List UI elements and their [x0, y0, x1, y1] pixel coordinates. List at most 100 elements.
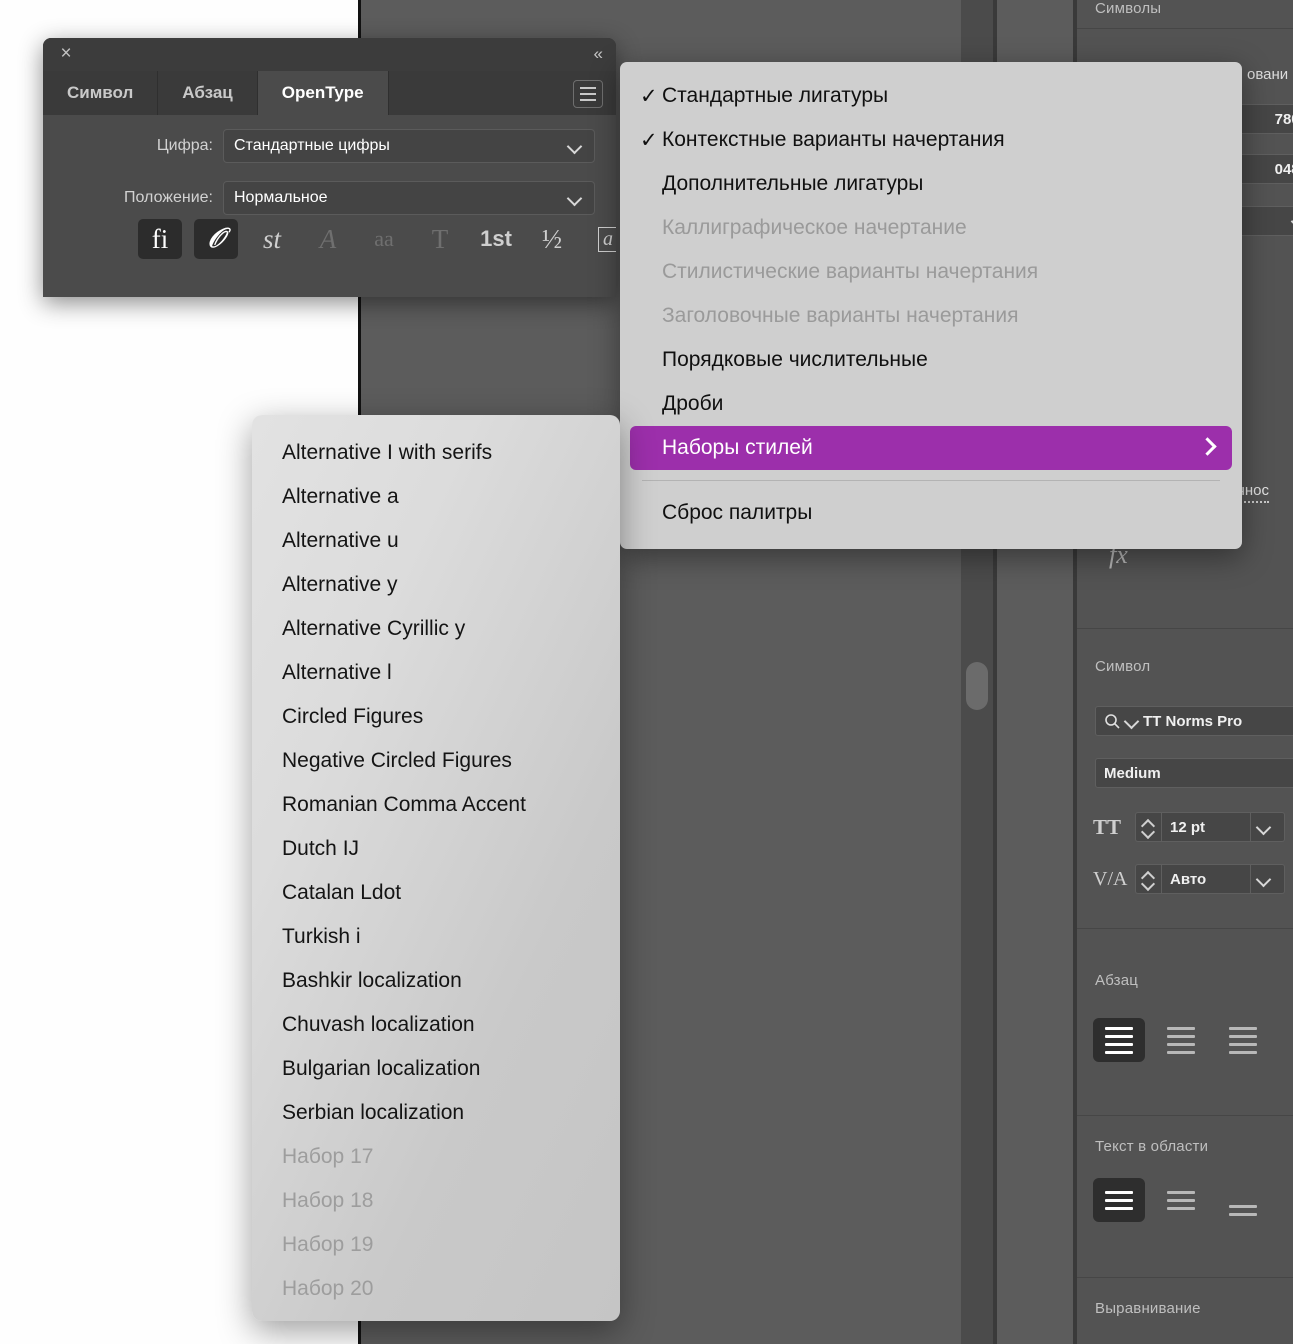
- submenu-item-label: Alternative a: [282, 485, 399, 508]
- contextual-alternates-icon[interactable]: 𝒪: [194, 219, 238, 259]
- submenu-item[interactable]: Chuvash localization: [252, 1003, 620, 1047]
- submenu-item-label: Alternative Cyrillic y: [282, 617, 466, 640]
- submenu-item-label: Turkish i: [282, 925, 361, 948]
- context-menu-item-label: Стандартные лигатуры: [662, 84, 889, 107]
- context-menu-items: ✓ Стандартные лигатуры ✓ Контекстные вариан…: [620, 74, 1242, 470]
- standard-ligatures-icon[interactable]: fi: [138, 219, 182, 259]
- submenu-item[interactable]: Bashkir localization: [252, 959, 620, 1003]
- swash-icon: A: [319, 223, 337, 254]
- align-left-button[interactable]: [1093, 1018, 1145, 1062]
- font-size-icon: TT: [1093, 814, 1122, 839]
- character-panel-title: Символ: [1095, 658, 1151, 675]
- paragraph-align-group: [1093, 1018, 1269, 1062]
- chevron-right-icon: [1198, 437, 1217, 456]
- submenu-item[interactable]: Bulgarian localization: [252, 1047, 620, 1091]
- submenu-item: Набор 19: [252, 1223, 620, 1267]
- area-text-align-group: [1093, 1178, 1269, 1222]
- context-menu-item[interactable]: ✓ Контекстные варианты начертания: [620, 118, 1242, 162]
- close-icon[interactable]: ×: [57, 44, 75, 63]
- submenu-item[interactable]: Negative Circled Figures: [252, 739, 620, 783]
- submenu-item[interactable]: Dutch IJ: [252, 827, 620, 871]
- font-family-value: TT Norms Pro: [1143, 712, 1243, 730]
- submenu-item-label: Alternative l: [282, 661, 392, 684]
- context-menu-item[interactable]: Наборы стилей: [630, 426, 1232, 470]
- chevron-down-icon: [566, 137, 584, 155]
- submenu-item[interactable]: Alternative a: [252, 475, 620, 519]
- context-menu-item-label: Стилистические варианты начертания: [662, 260, 1039, 283]
- submenu-item[interactable]: Alternative u: [252, 519, 620, 563]
- context-menu-item[interactable]: ✓ Стандартные лигатуры: [620, 74, 1242, 118]
- area-text-panel-title: Текст в области: [1095, 1138, 1209, 1155]
- leading-stepper[interactable]: [1135, 864, 1161, 894]
- font-style-field[interactable]: Medium: [1095, 758, 1293, 788]
- opentype-palette[interactable]: × « Символ Абзац OpenType Цифра: Стандар…: [43, 38, 616, 297]
- collapse-icon[interactable]: «: [594, 44, 604, 64]
- align-right-button[interactable]: [1217, 1018, 1269, 1062]
- submenu-item[interactable]: Alternative Cyrillic y: [252, 607, 620, 651]
- position-select[interactable]: Нормальное: [223, 181, 595, 215]
- align-center-button[interactable]: [1155, 1018, 1207, 1062]
- font-size-dropdown[interactable]: [1251, 812, 1285, 842]
- align-panel-title: Выравнивание: [1095, 1300, 1201, 1317]
- scrollbar-thumb[interactable]: [966, 662, 988, 710]
- submenu-item-label: Набор 20: [282, 1277, 374, 1300]
- submenu-item[interactable]: Alternative I with serifs: [252, 431, 620, 475]
- glyphs-panel-sep: [1077, 28, 1293, 29]
- submenu-item[interactable]: Catalan Ldot: [252, 871, 620, 915]
- figures-value: Стандартные цифры: [234, 137, 390, 154]
- figures-label: Цифра:: [156, 137, 213, 154]
- figures-row: Цифра: Стандартные цифры: [43, 129, 616, 163]
- context-menu-item[interactable]: Дроби: [620, 382, 1242, 426]
- tab-abzac[interactable]: Абзац: [158, 71, 258, 115]
- discretionary-ligatures-icon[interactable]: st: [250, 219, 294, 259]
- submenu-item-label: Catalan Ldot: [282, 881, 402, 904]
- font-search-chevron-icon: [1123, 712, 1137, 730]
- submenu-item-label: Набор 18: [282, 1189, 374, 1212]
- search-icon: [1105, 713, 1120, 729]
- context-menu-item: Заголовочные варианты начертания: [620, 294, 1242, 338]
- context-menu-item[interactable]: Порядковые числительные: [620, 338, 1242, 382]
- context-menu-item: Стилистические варианты начертания: [620, 250, 1242, 294]
- font-size-field[interactable]: 12 pt: [1161, 812, 1251, 842]
- tabs-filler: [388, 71, 616, 115]
- context-menu-item[interactable]: Дополнительные лигатуры: [620, 162, 1242, 206]
- context-menu-item-label: Заголовочные варианты начертания: [662, 304, 1019, 327]
- position-value: Нормальное: [234, 189, 328, 206]
- area-align-center-button[interactable]: [1155, 1178, 1207, 1222]
- submenu-item-label: Circled Figures: [282, 705, 424, 728]
- leading-row: V/A Авто: [1093, 864, 1285, 894]
- font-family-field[interactable]: TT Norms Pro: [1095, 706, 1293, 736]
- palette-body: Цифра: Стандартные цифры Положение: Норм…: [43, 115, 616, 297]
- tab-simvol[interactable]: Символ: [43, 71, 159, 115]
- submenu-item-label: Набор 17: [282, 1145, 374, 1168]
- fractions-icon[interactable]: ½: [530, 219, 574, 259]
- font-size-stepper[interactable]: [1135, 812, 1161, 842]
- submenu-item[interactable]: Turkish i: [252, 915, 620, 959]
- area-text-panel: Текст в области: [1077, 1116, 1293, 1278]
- submenu-item[interactable]: Romanian Comma Accent: [252, 783, 620, 827]
- tab-opentype[interactable]: OpenType: [257, 71, 389, 115]
- area-align-top-button[interactable]: [1093, 1178, 1145, 1222]
- appearance-panel-sep: [1077, 628, 1293, 629]
- style-sets-submenu[interactable]: Alternative I with serifs Alternative a Al…: [252, 415, 620, 1321]
- submenu-item[interactable]: Alternative y: [252, 563, 620, 607]
- ordinals-icon[interactable]: 1st: [474, 219, 518, 259]
- figures-select[interactable]: Стандартные цифры: [223, 129, 595, 163]
- submenu-item[interactable]: Circled Figures: [252, 695, 620, 739]
- context-menu-item-reset[interactable]: Сброс палитры: [620, 491, 1242, 535]
- palette-titlebar[interactable]: × «: [43, 38, 616, 71]
- opentype-feature-buttons: fi 𝒪 st A aa T 1st ½ a ▾: [138, 219, 616, 259]
- opentype-context-menu[interactable]: ✓ Стандартные лигатуры ✓ Контекстные вариан…: [620, 62, 1242, 549]
- area-align-bottom-button[interactable]: [1217, 1178, 1269, 1222]
- submenu-item[interactable]: Serbian localization: [252, 1091, 620, 1135]
- submenu-item-label: Alternative y: [282, 573, 398, 596]
- palette-menu-icon[interactable]: [573, 80, 603, 108]
- leading-dropdown[interactable]: [1251, 864, 1285, 894]
- submenu-item[interactable]: Alternative l: [252, 651, 620, 695]
- leading-field[interactable]: Авто: [1161, 864, 1251, 894]
- submenu-item: Набор 17: [252, 1135, 620, 1179]
- submenu-item-label: Набор 19: [282, 1233, 374, 1256]
- stylistic-sets-icon[interactable]: a ▾: [586, 219, 616, 259]
- context-menu-divider: [642, 480, 1220, 481]
- kerning-icon: V/A: [1093, 867, 1128, 890]
